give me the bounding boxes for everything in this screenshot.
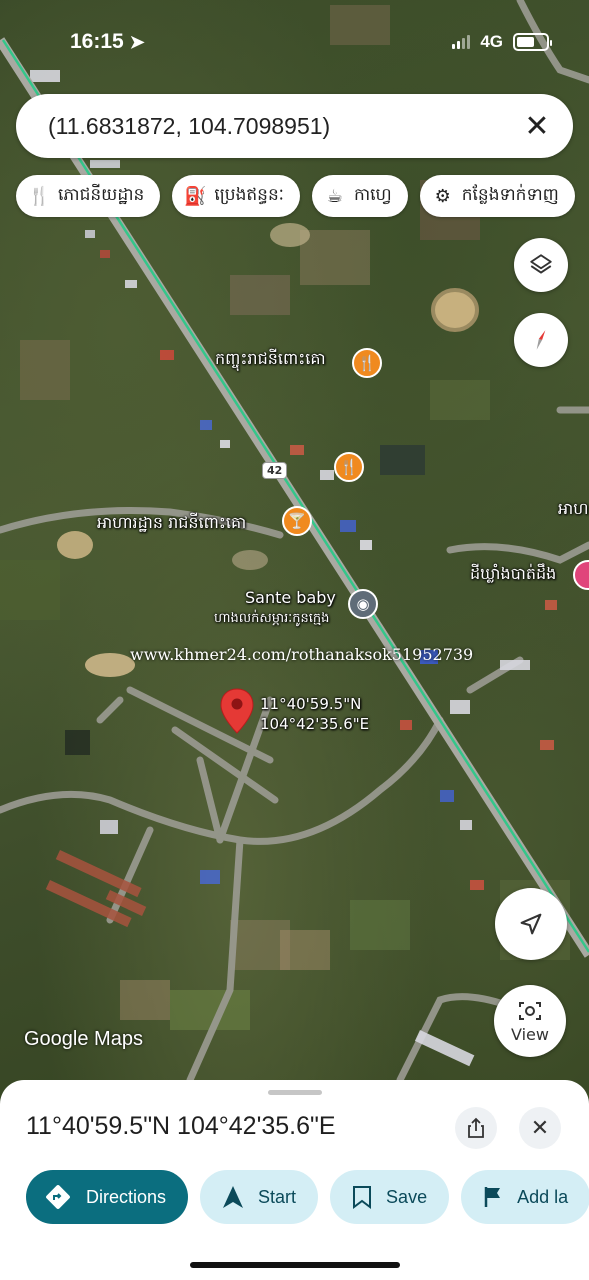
navigation-arrow-icon: [520, 913, 542, 935]
dropped-pin-icon[interactable]: [220, 688, 254, 734]
street-view-button[interactable]: View: [494, 985, 566, 1057]
directions-label: Directions: [86, 1186, 167, 1207]
chip-fuel[interactable]: ⛽ ប្រេងឥន្ធនៈ: [172, 175, 300, 217]
save-button[interactable]: Save: [330, 1170, 450, 1224]
drag-handle[interactable]: [268, 1090, 322, 1095]
category-chips: 🍴 ភោជនីយដ្ឋាន ⛽ ប្រេងឥន្ធនៈ ☕ កាហ្វេ ⚙ ក…: [16, 175, 575, 217]
home-indicator[interactable]: [190, 1262, 400, 1268]
road-42-shield: 42: [262, 462, 288, 479]
shop-name-label[interactable]: Sante baby: [245, 588, 336, 607]
location-arrow-icon: ➤: [129, 32, 145, 52]
pin-coordinate-label: 11°40'59.5"N 104°42'35.6"E: [260, 694, 369, 734]
my-location-button[interactable]: [495, 888, 567, 960]
bookmark-icon: [353, 1186, 372, 1209]
flag-icon: [484, 1187, 501, 1207]
navigation-icon: [223, 1186, 244, 1208]
close-icon: ✕: [530, 1115, 550, 1141]
place-bottom-sheet[interactable]: 11°40'59.5"N 104°42'35.6"E ✕ Directions …: [0, 1080, 589, 1280]
search-input[interactable]: (11.6831872, 104.7098951): [48, 113, 517, 140]
add-label-text: Add la: [517, 1186, 569, 1207]
pin-lat-label: 11°40'59.5"N: [260, 695, 362, 713]
compass-icon: [536, 330, 546, 350]
google-maps-logo: Google Maps: [24, 1028, 143, 1050]
close-sheet-button[interactable]: ✕: [519, 1107, 561, 1149]
layers-icon: [530, 254, 552, 274]
restaurant-icon: 🍴: [28, 185, 51, 207]
coordinates-title: 11°40'59.5"N 104°42'35.6"E: [26, 1112, 336, 1140]
status-time-text: 16:15: [70, 30, 124, 53]
coffee-icon: ☕: [326, 185, 343, 207]
chip-label: ភោជនីយដ្ឋាន: [58, 184, 145, 205]
view-label: View: [511, 1024, 549, 1044]
bar-pin-icon[interactable]: 🍸: [282, 506, 312, 536]
status-time: 16:15 ➤: [70, 30, 145, 54]
add-label-button[interactable]: Add la: [461, 1170, 589, 1224]
start-button[interactable]: Start: [200, 1170, 319, 1224]
layers-button[interactable]: [514, 238, 568, 292]
close-icon[interactable]: ✕: [517, 106, 557, 146]
battery-icon: [513, 33, 552, 51]
place-label-right[interactable]: ដីឃ្លាំងបាត់ដឹង: [470, 563, 556, 587]
status-indicators: 4G: [452, 32, 552, 52]
street-view-icon: [519, 1001, 541, 1020]
place-label-edge[interactable]: អាហ: [558, 498, 588, 522]
start-label: Start: [258, 1186, 297, 1207]
gas-station-icon: ⛽: [184, 185, 207, 207]
directions-icon: [46, 1185, 70, 1209]
search-bar[interactable]: (11.6831872, 104.7098951) ✕: [16, 94, 573, 158]
attraction-icon: ⚙: [434, 185, 451, 207]
pin-lng-label: 104°42'35.6"E: [260, 715, 370, 733]
chip-label: កាហ្វេ: [353, 184, 392, 205]
compass-button[interactable]: [514, 313, 568, 367]
share-icon: [468, 1117, 484, 1138]
save-label: Save: [386, 1186, 428, 1207]
chip-restaurants[interactable]: 🍴 ភោជនីយដ្ឋាន: [16, 175, 161, 217]
restaurant-pin-icon[interactable]: 🍴: [334, 452, 364, 482]
signal-icon: [452, 35, 471, 49]
chip-label: កន្លែងទាក់ទាញ: [461, 184, 559, 205]
action-buttons: Directions Start Save Add la: [26, 1170, 589, 1224]
chip-label: ប្រេងឥន្ធនៈ: [214, 184, 284, 205]
restaurant-label-1[interactable]: កញ្ចុះរាជនីពោះគោ: [215, 348, 326, 372]
watermark-text: www.khmer24.com/rothanaksok51952739: [130, 645, 474, 664]
chip-attractions[interactable]: ⚙ កន្លែងទាក់ទាញ: [419, 175, 575, 217]
directions-button[interactable]: Directions: [26, 1170, 189, 1224]
shop-pin-icon[interactable]: ◉: [348, 589, 378, 619]
network-type: 4G: [480, 32, 503, 51]
share-button[interactable]: [455, 1107, 497, 1149]
restaurant-label-2[interactable]: អាហារដ្ឋាន រាជនីពោះគោ: [97, 512, 246, 536]
restaurant-pin-icon[interactable]: 🍴: [352, 348, 382, 378]
shop-subtitle-label: ហាងលក់សម្ភារៈកូនក្មេង: [214, 611, 330, 626]
chip-coffee[interactable]: ☕ កាហ្វេ: [311, 175, 408, 217]
